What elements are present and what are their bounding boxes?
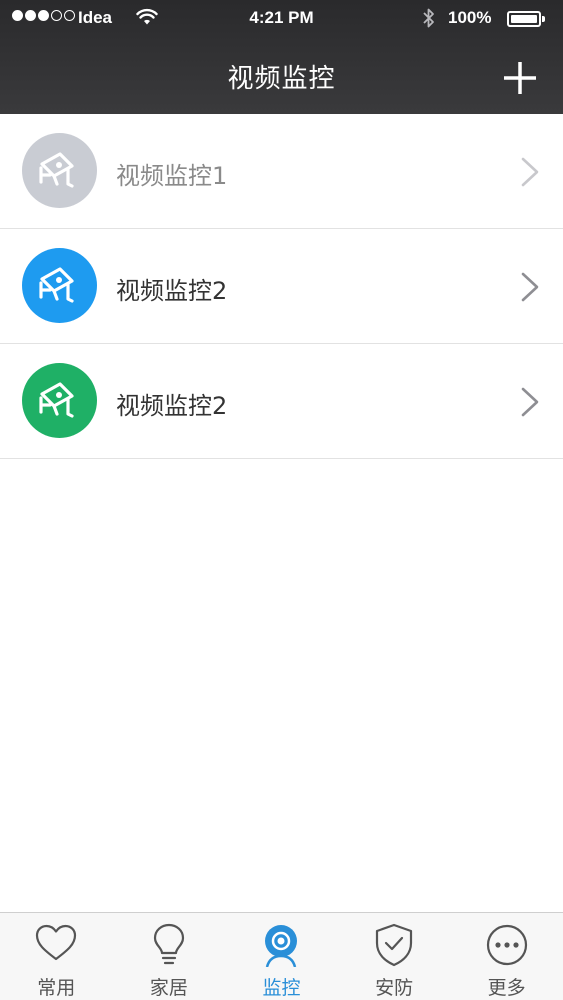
chevron-right-icon (521, 272, 539, 302)
camera-avatar (22, 133, 97, 208)
heart-icon (36, 924, 77, 961)
tab-label: 家居 (149, 977, 188, 999)
battery-percentage: 100% (448, 8, 492, 27)
tab-bar: 常用 家居 监控 安防 更多 (0, 912, 563, 1000)
list-item[interactable]: 视频监控2 (0, 229, 563, 344)
bluetooth-icon (423, 8, 434, 28)
list-item[interactable]: 视频监控2 (0, 344, 563, 459)
tab-label: 更多 (487, 977, 526, 999)
header: Idea 4:21 PM 100% 视频监控 (0, 0, 563, 114)
camera-label: 视频监控1 (116, 162, 228, 190)
webcam-icon (265, 925, 298, 967)
tab-monitor[interactable]: 监控 (225, 913, 338, 1000)
camera-list: 视频监控1 视频监控2 视频监控2 (0, 114, 563, 459)
tab-home[interactable]: 家居 (113, 913, 226, 1000)
camera-avatar (22, 363, 97, 438)
security-camera-icon (39, 382, 74, 418)
shield-check-icon (375, 923, 413, 967)
chevron-right-icon (521, 157, 539, 187)
page-title: 视频监控 (227, 64, 336, 94)
tab-security[interactable]: 安防 (338, 913, 451, 1000)
tab-label: 安防 (375, 977, 414, 999)
status-bar: Idea 4:21 PM 100% (0, 0, 563, 38)
security-camera-icon (39, 267, 74, 303)
battery-icon (507, 11, 541, 27)
screen: Idea 4:21 PM 100% 视频监控 视频监控1 视频监控2 视频监控2… (0, 0, 563, 1000)
chevron-right-icon (521, 387, 539, 417)
tab-favorites[interactable]: 常用 (0, 913, 113, 1000)
camera-label: 视频监控2 (116, 277, 228, 305)
list-item[interactable]: 视频监控1 (0, 114, 563, 229)
plus-icon[interactable] (500, 58, 540, 98)
tab-more[interactable]: 更多 (450, 913, 563, 1000)
security-camera-icon (39, 152, 74, 188)
lightbulb-icon (153, 923, 184, 965)
camera-label: 视频监控2 (116, 392, 228, 420)
camera-avatar (22, 248, 97, 323)
tab-label: 监控 (262, 977, 301, 999)
more-dots-icon (486, 924, 527, 966)
tab-label: 常用 (37, 977, 76, 999)
